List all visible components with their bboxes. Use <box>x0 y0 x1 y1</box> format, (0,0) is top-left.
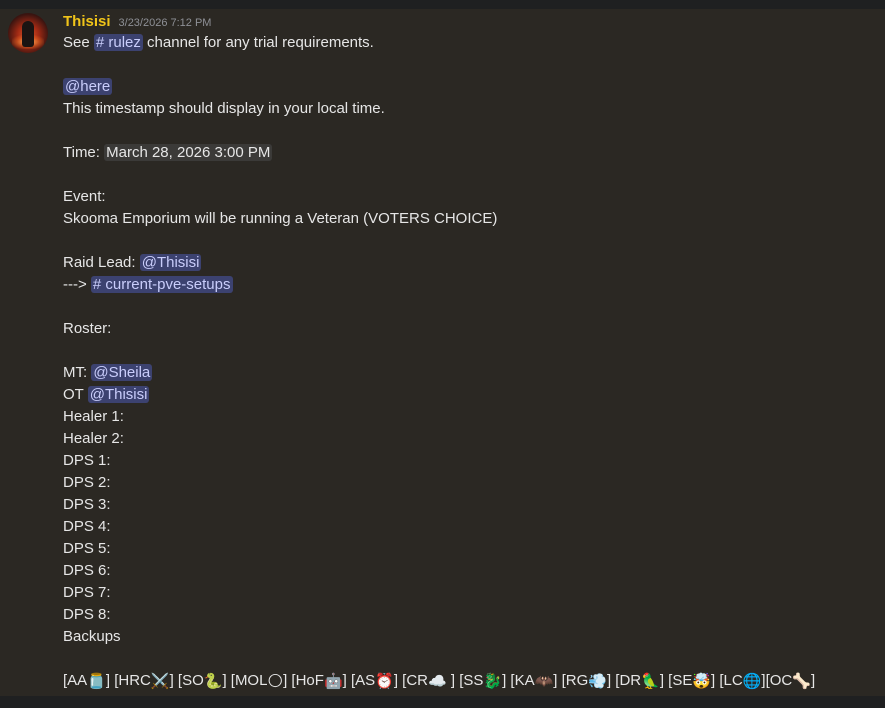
exploding-head-icon: 🤯 <box>692 673 712 690</box>
mt-mention[interactable]: @Sheila <box>91 364 153 381</box>
author-name[interactable]: Thisisi <box>63 13 111 30</box>
trial-hof: ] [HoF <box>283 672 324 689</box>
jar-icon: 🫙 <box>87 673 106 690</box>
trial-as: ] [AS <box>342 672 376 689</box>
dps-2: DPS 2: <box>63 474 111 491</box>
wind-icon: 💨 <box>588 673 607 690</box>
raid-lead-mention[interactable]: @Thisisi <box>139 254 202 271</box>
local-time-note: This timestamp should display in your lo… <box>63 100 385 117</box>
arrow-text: ---> <box>63 276 91 293</box>
dps-3: DPS 3: <box>63 496 111 513</box>
bone-icon: 🦴 <box>792 673 811 690</box>
bat-icon: 🦇 <box>534 673 554 690</box>
trial-ka: ] [KA <box>502 672 535 689</box>
rules-line: See # rulez channel for any trial requir… <box>63 32 873 54</box>
message-header: Thisisi 3/23/2026 7:12 PM <box>63 13 211 31</box>
dps-7: DPS 7: <box>63 584 111 601</box>
robot-icon: 🤖 <box>323 673 343 690</box>
bottom-divider <box>0 696 885 708</box>
message-timestamp[interactable]: 3/23/2026 7:12 PM <box>119 17 212 29</box>
time-value[interactable]: March 28, 2026 3:00 PM <box>104 144 273 161</box>
ot-line: OT @Thisisi <box>63 384 873 406</box>
backups: Backups <box>63 628 121 645</box>
trial-cr: ] [CR <box>393 672 428 689</box>
trial-oc: ][OC <box>761 672 793 689</box>
alarm-clock-icon: ⏰ <box>375 673 394 690</box>
avatar-figure <box>22 21 34 47</box>
trial-dr: ] [DR <box>606 672 642 689</box>
dps-6: DPS 6: <box>63 562 111 579</box>
trial-lc: ] [LC <box>711 672 743 689</box>
healer-1: Healer 1: <box>63 408 124 425</box>
ot-label: OT <box>63 386 88 403</box>
dps-1: DPS 1: <box>63 452 111 469</box>
channel-mention-setups[interactable]: # current-pve-setups <box>90 276 233 293</box>
raid-lead-label: Raid Lead: <box>63 254 140 271</box>
event-label: Event: <box>63 188 106 205</box>
here-line: @here <box>63 76 873 98</box>
here-mention[interactable]: @here <box>63 78 113 95</box>
setups-line: ---> # current-pve-setups <box>63 274 873 296</box>
dragon-icon: 🐉 <box>483 673 503 690</box>
globe-icon: 🌐 <box>742 673 762 690</box>
full-moon-icon: 🌕 <box>267 673 284 690</box>
dps-4: DPS 4: <box>63 518 111 535</box>
trial-ss: ] [SS <box>446 672 484 689</box>
dps-8: DPS 8: <box>63 606 111 623</box>
trial-hrc: ] [HRC <box>105 672 151 689</box>
parrot-icon: 🦜 <box>641 673 660 690</box>
cloud-icon: ☁️ <box>428 673 447 690</box>
trial-se: ] [SE <box>659 672 693 689</box>
trials-line: [AA🫙] [HRC⚔️] [SO🐍] [MOL🌕] [HoF🤖] [AS⏰] … <box>63 670 873 692</box>
mt-label: MT: <box>63 364 92 381</box>
raid-lead-line: Raid Lead: @Thisisi <box>63 252 873 274</box>
healer-2: Healer 2: <box>63 430 124 447</box>
trial-end: ] <box>810 672 816 689</box>
trial-mol: ] [MOL <box>222 672 268 689</box>
trial-aa: [AA <box>63 672 88 689</box>
channel-mention-rulez[interactable]: # rulez <box>93 34 143 51</box>
time-line: Time: March 28, 2026 3:00 PM <box>63 142 873 164</box>
roster-label: Roster: <box>63 320 112 337</box>
ot-mention[interactable]: @Thisisi <box>87 386 150 403</box>
event-text: Skooma Emporium will be running a Vetera… <box>63 210 498 227</box>
time-label: Time: <box>63 144 105 161</box>
text: See <box>63 34 94 51</box>
mt-line: MT: @Sheila <box>63 362 873 384</box>
text: channel for any trial requirements. <box>142 34 374 51</box>
avatar[interactable] <box>8 13 48 53</box>
trial-so: ] [SO <box>169 672 204 689</box>
crossed-swords-icon: ⚔️ <box>150 673 170 690</box>
trial-rg: ] [RG <box>553 672 589 689</box>
chat-message: Thisisi 3/23/2026 7:12 PM See # rulez ch… <box>0 9 885 696</box>
message-content: See # rulez channel for any trial requir… <box>63 32 873 692</box>
top-divider <box>0 0 885 9</box>
snake-icon: 🐍 <box>203 673 223 690</box>
dps-5: DPS 5: <box>63 540 111 557</box>
